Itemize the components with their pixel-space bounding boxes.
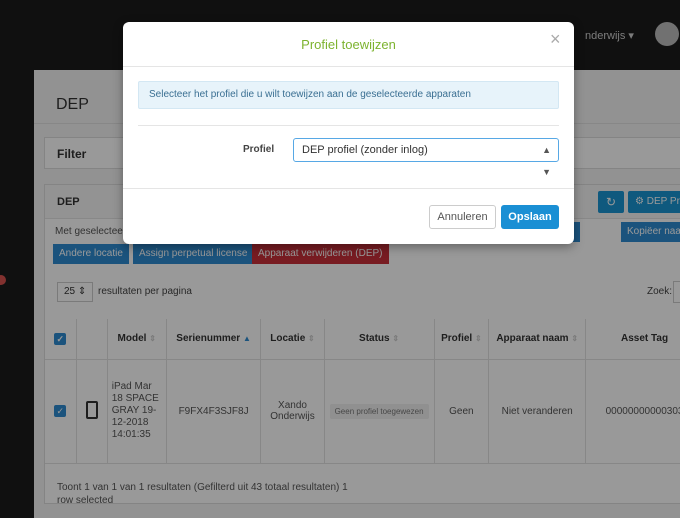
modal-header-divider — [123, 66, 574, 67]
info-alert: Selecteer het profiel die u wilt toewijz… — [138, 81, 559, 109]
profile-select[interactable]: DEP profiel (zonder inlog) ▲ ▼ — [293, 138, 559, 177]
assign-profile-modal: Profiel toewijzen × Selecteer het profie… — [123, 22, 574, 244]
save-button[interactable]: Opslaan — [501, 205, 559, 229]
cancel-button[interactable]: Annuleren — [429, 205, 496, 229]
select-arrows-icon: ▲ ▼ — [542, 145, 551, 177]
close-icon[interactable]: × — [550, 30, 561, 48]
modal-title: Profiel toewijzen — [301, 37, 396, 52]
profile-select-value: DEP profiel (zonder inlog) — [302, 144, 428, 156]
form-divider — [138, 125, 559, 126]
profile-label: Profiel — [243, 144, 275, 155]
modal-footer-divider — [123, 188, 574, 189]
